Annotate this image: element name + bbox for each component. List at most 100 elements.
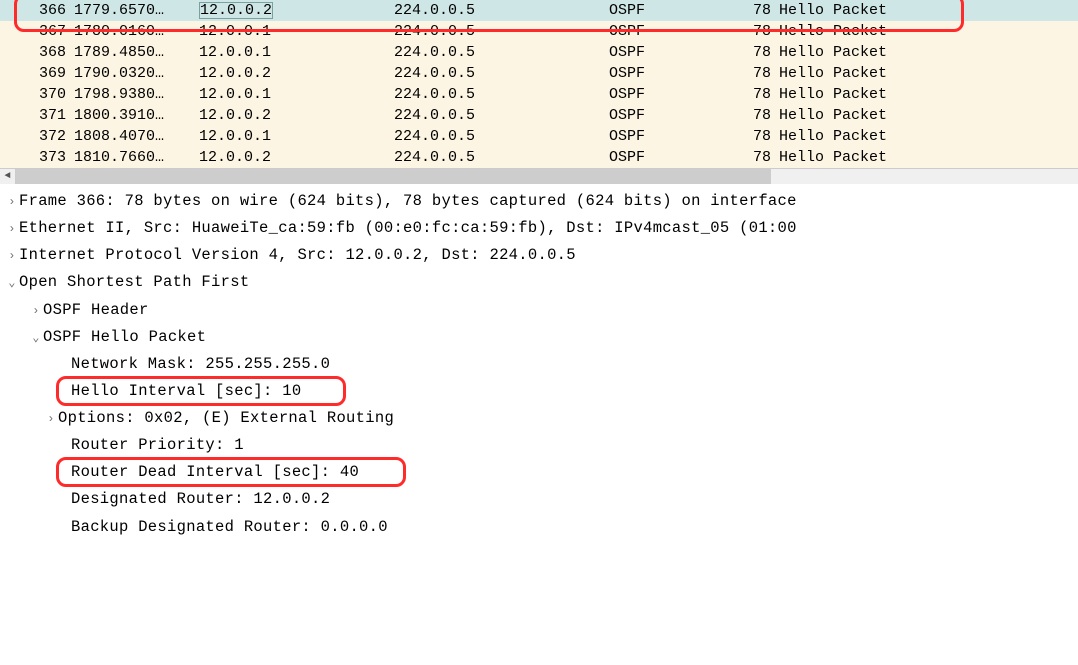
field-network-mask[interactable]: Network Mask: 255.255.255.0 [2,351,1076,378]
col-length: 78 [745,126,775,147]
packet-row[interactable]: 3681789.4850…12.0.0.1224.0.0.5OSPF78Hell… [0,42,1078,63]
tree-ospf[interactable]: ⌄Open Shortest Path First [2,269,1076,296]
col-no: 372 [0,126,70,147]
packet-list-pane: 3661779.6570…12.0.0.2224.0.0.5OSPF78Hell… [0,0,1078,168]
col-destination: 224.0.0.5 [390,105,605,126]
packet-row[interactable]: 3701798.9380…12.0.0.1224.0.0.5OSPF78Hell… [0,84,1078,105]
tree-ospf-header[interactable]: ›OSPF Header [2,297,1076,324]
frame-summary: Frame 366: 78 bytes on wire (624 bits), … [19,192,797,210]
col-time: 1798.9380… [70,84,195,105]
field-backup-designated-router[interactable]: Backup Designated Router: 0.0.0.0 [2,514,1076,541]
caret-right-icon[interactable]: › [6,219,18,240]
tree-ospf-hello[interactable]: ⌄OSPF Hello Packet [2,324,1076,351]
field-router-priority[interactable]: Router Priority: 1 [2,432,1076,459]
packet-list-table[interactable]: 3661779.6570…12.0.0.2224.0.0.5OSPF78Hell… [0,0,1078,168]
col-length: 78 [745,84,775,105]
col-destination: 224.0.0.5 [390,147,605,168]
col-length: 78 [745,21,775,42]
col-no: 373 [0,147,70,168]
col-no: 367 [0,21,70,42]
col-source: 12.0.0.1 [195,21,390,42]
col-length: 78 [745,42,775,63]
ethernet-summary: Ethernet II, Src: HuaweiTe_ca:59:fb (00:… [19,219,797,237]
tree-frame[interactable]: ›Frame 366: 78 bytes on wire (624 bits),… [2,188,1076,215]
tree-ethernet[interactable]: ›Ethernet II, Src: HuaweiTe_ca:59:fb (00… [2,215,1076,242]
network-mask-value: Network Mask: 255.255.255.0 [71,355,330,373]
packet-row[interactable]: 3731810.7660…12.0.0.2224.0.0.5OSPF78Hell… [0,147,1078,168]
caret-right-icon[interactable]: › [6,246,18,267]
scrollbar-thumb[interactable] [16,169,771,184]
col-time: 1789.4850… [70,42,195,63]
packet-row[interactable]: 3721808.4070…12.0.0.1224.0.0.5OSPF78Hell… [0,126,1078,147]
col-info: Hello Packet [775,21,1078,42]
source-cell-selected: 12.0.0.2 [199,2,273,19]
col-destination: 224.0.0.5 [390,21,605,42]
col-destination: 224.0.0.5 [390,84,605,105]
col-no: 369 [0,63,70,84]
caret-down-icon[interactable]: ⌄ [6,273,18,294]
col-time: 1790.0320… [70,63,195,84]
col-info: Hello Packet [775,42,1078,63]
col-info: Hello Packet [775,126,1078,147]
col-source: 12.0.0.2 [195,63,390,84]
caret-right-icon[interactable]: › [45,409,57,430]
router-dead-interval-value: Router Dead Interval [sec]: 40 [71,463,359,481]
col-length: 78 [745,0,775,21]
ip-summary: Internet Protocol Version 4, Src: 12.0.0… [19,246,576,264]
col-time: 1779.6570… [70,0,195,21]
col-source: 12.0.0.1 [195,84,390,105]
col-source: 12.0.0.1 [195,42,390,63]
col-protocol: OSPF [605,147,745,168]
ospf-hello-label: OSPF Hello Packet [43,328,206,346]
col-destination: 224.0.0.5 [390,0,605,21]
col-time: 1810.7660… [70,147,195,168]
col-destination: 224.0.0.5 [390,42,605,63]
horizontal-scrollbar[interactable]: ◄ [0,168,1078,184]
ospf-summary: Open Shortest Path First [19,273,249,291]
col-info: Hello Packet [775,105,1078,126]
caret-down-icon[interactable]: ⌄ [30,328,42,349]
col-time: 1800.3910… [70,105,195,126]
caret-right-icon[interactable]: › [30,301,42,322]
col-info: Hello Packet [775,63,1078,84]
col-source: 12.0.0.2 [195,0,390,21]
col-source: 12.0.0.2 [195,147,390,168]
col-destination: 224.0.0.5 [390,63,605,84]
col-source: 12.0.0.2 [195,105,390,126]
col-no: 368 [0,42,70,63]
packet-row[interactable]: 3671780.0160…12.0.0.1224.0.0.5OSPF78Hell… [0,21,1078,42]
col-time: 1780.0160… [70,21,195,42]
col-protocol: OSPF [605,21,745,42]
packet-row[interactable]: 3711800.3910…12.0.0.2224.0.0.5OSPF78Hell… [0,105,1078,126]
field-designated-router[interactable]: Designated Router: 12.0.0.2 [2,486,1076,513]
col-protocol: OSPF [605,84,745,105]
packet-details-pane[interactable]: ›Frame 366: 78 bytes on wire (624 bits),… [0,184,1078,551]
router-priority-value: Router Priority: 1 [71,436,244,454]
scroll-left-arrow[interactable]: ◄ [0,169,16,184]
packet-row[interactable]: 3661779.6570…12.0.0.2224.0.0.5OSPF78Hell… [0,0,1078,21]
col-time: 1808.4070… [70,126,195,147]
caret-right-icon[interactable]: › [6,192,18,213]
hello-interval-value: Hello Interval [sec]: 10 [71,382,301,400]
bdr-value: Backup Designated Router: 0.0.0.0 [71,518,388,536]
col-protocol: OSPF [605,42,745,63]
col-protocol: OSPF [605,126,745,147]
col-length: 78 [745,105,775,126]
field-hello-interval[interactable]: Hello Interval [sec]: 10 [2,378,1076,405]
col-length: 78 [745,63,775,84]
col-length: 78 [745,147,775,168]
tree-ip[interactable]: ›Internet Protocol Version 4, Src: 12.0.… [2,242,1076,269]
col-protocol: OSPF [605,0,745,21]
col-info: Hello Packet [775,84,1078,105]
dr-value: Designated Router: 12.0.0.2 [71,490,330,508]
field-router-dead-interval[interactable]: Router Dead Interval [sec]: 40 [2,459,1076,486]
col-no: 370 [0,84,70,105]
col-source: 12.0.0.1 [195,126,390,147]
col-info: Hello Packet [775,147,1078,168]
field-options[interactable]: ›Options: 0x02, (E) External Routing [2,405,1076,432]
col-no: 371 [0,105,70,126]
options-value: Options: 0x02, (E) External Routing [58,409,394,427]
col-protocol: OSPF [605,63,745,84]
col-no: 366 [0,0,70,21]
packet-row[interactable]: 3691790.0320…12.0.0.2224.0.0.5OSPF78Hell… [0,63,1078,84]
